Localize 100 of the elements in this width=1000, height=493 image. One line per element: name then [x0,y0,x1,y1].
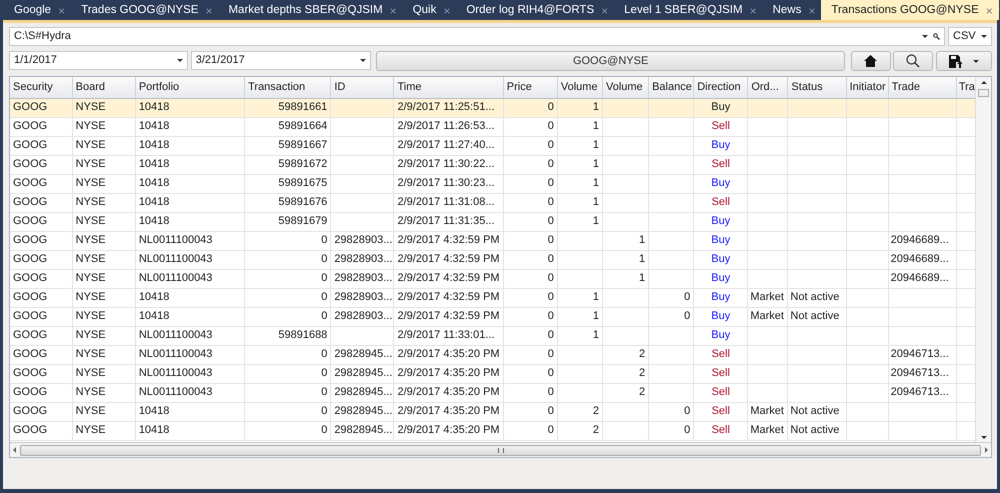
tab[interactable]: Google × [4,0,72,20]
table-cell: NL0011100043 [135,231,245,250]
table-cell: 59891667 [244,136,331,155]
table-cell: 2/9/2017 11:30:23... [394,174,504,193]
table-cell: 2 [602,345,649,364]
column-header[interactable]: Portfolio [135,77,245,98]
table-cell: 0 [648,402,694,421]
tab[interactable]: News × [762,0,822,20]
table-cell: 1 [557,326,602,345]
table-cell: 10418 [135,193,245,212]
table-cell: 0 [503,288,558,307]
close-icon[interactable]: × [205,2,212,20]
table-cell: NYSE [72,402,136,421]
table-cell: Buy [694,326,748,345]
table-cell: 29828903... [330,250,394,269]
home-icon [864,55,877,67]
column-header[interactable]: Volume [557,77,602,98]
home-button[interactable] [850,51,890,71]
column-header[interactable]: Volume [602,77,649,98]
table-cell: 1 [557,193,602,212]
table-cell: NYSE [72,231,136,250]
table-cell: GOOG [10,98,72,117]
column-header[interactable]: Balance [648,77,694,98]
table-cell: 10418 [135,155,245,174]
column-header[interactable]: Trade [888,77,956,98]
close-icon[interactable]: × [443,2,450,20]
table-cell: Buy [694,98,748,117]
tab[interactable]: Trades GOOG@NYSE × [71,0,218,20]
table-cell: 1 [602,250,649,269]
table-cell: 0 [503,174,558,193]
table-cell: Sell [694,421,748,440]
table-cell: 2 [602,383,649,402]
close-icon[interactable]: × [750,2,757,20]
table-cell: 29828903... [330,269,394,288]
table-cell: GOOG [10,174,72,193]
table-cell: Sell [694,383,748,402]
table-cell: 29828945... [330,364,394,383]
column-header[interactable]: Status [788,77,846,98]
table-cell: 0 [244,345,331,364]
close-icon[interactable]: × [808,2,816,20]
table-cell: 2 [602,364,649,383]
table-cell: NL0011100043 [135,383,245,402]
path-field[interactable]: C:\S#Hydra [9,27,946,46]
table-cell: 0 [244,307,331,326]
table-cell: 1 [557,307,602,326]
table-cell: 2/9/2017 11:31:08... [394,193,504,212]
table-cell: 0 [244,231,331,250]
column-header[interactable]: Ord... [748,77,788,98]
column-header[interactable]: Price [503,77,558,98]
table-cell: 1 [557,98,602,117]
search-button[interactable] [893,51,934,71]
date-to-field[interactable]: 3/21/2017 [190,51,371,70]
close-icon[interactable]: × [986,2,993,20]
table-cell: Sell [694,155,748,174]
column-header[interactable]: Transaction [244,77,331,98]
save-button[interactable] [936,51,992,71]
dropdown-arrow-icon [360,59,366,62]
table-cell: GOOG [10,231,72,250]
column-header[interactable]: Security [10,77,72,98]
column-header[interactable]: Time [394,77,504,98]
table-cell: GOOG [10,421,72,440]
horizontal-scrollbar[interactable] [10,442,991,457]
table-cell: GOOG [10,364,72,383]
table-cell: Buy [694,174,748,193]
table-cell: 20946713... [888,364,956,383]
table-cell: 10418 [135,288,245,307]
table-cell: 0 [244,402,331,421]
tab[interactable]: Level 1 SBER@QJSIM × [614,0,763,20]
security-button[interactable]: GOOG@NYSE [376,51,845,71]
close-icon[interactable]: × [58,2,66,20]
table-cell: NL0011100043 [135,250,245,269]
table-cell: 1 [557,117,602,136]
column-header[interactable]: ID [330,77,394,98]
table-cell: GOOG [10,402,72,421]
table-cell: 29828903... [330,288,394,307]
close-icon[interactable]: × [390,2,397,20]
tab[interactable]: Transactions GOOG@NYSE × [821,0,999,20]
table-cell: Market [748,307,788,326]
table-cell: 2 [557,421,602,440]
tab[interactable]: Quik × [402,0,456,20]
column-header[interactable]: Tra [956,77,976,98]
date-from-field[interactable]: 1/1/2017 [9,51,188,70]
table-cell: NYSE [72,193,136,212]
table-cell: GOOG [10,193,72,212]
column-header[interactable]: Board [72,77,136,98]
vertical-scrollbar[interactable] [975,77,991,442]
table-cell: 10418 [135,136,245,155]
table-cell: 1 [602,231,649,250]
close-icon[interactable]: × [601,2,608,20]
table-cell: 29828945... [330,402,394,421]
table-cell: 59891661 [244,98,331,117]
column-header[interactable]: Direction [694,77,748,98]
table-cell: Buy [694,231,748,250]
format-select[interactable]: CSV [948,27,992,46]
table-cell: 10418 [135,421,245,440]
column-header[interactable]: Initiator [846,77,888,98]
tab[interactable]: Market depths SBER@QJSIM × [218,0,403,20]
tab[interactable]: Order log RIH4@FORTS × [456,0,614,20]
table-cell: NYSE [72,155,136,174]
table-cell: 0 [648,421,694,440]
